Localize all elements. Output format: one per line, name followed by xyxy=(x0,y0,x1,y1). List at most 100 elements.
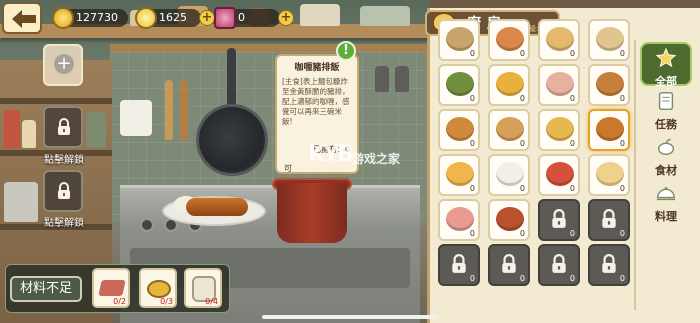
ticket-counter: 0 xyxy=(214,7,280,29)
add-ticket-button[interactable]: + xyxy=(278,10,294,26)
recipe-count: 0 xyxy=(519,229,525,238)
lock-icon xyxy=(452,254,466,273)
recipe-cell[interactable]: 0 xyxy=(488,64,530,106)
pan-handle xyxy=(227,48,236,108)
recipe-cell[interactable]: 0 xyxy=(588,19,630,61)
dish-icon xyxy=(546,27,574,51)
recipe-cell[interactable]: 0 xyxy=(538,64,580,106)
material-count: 0/4 xyxy=(205,297,218,306)
back-button[interactable] xyxy=(2,2,42,34)
recipe-cell[interactable]: 0 xyxy=(588,109,630,151)
back-arrow-icon xyxy=(12,10,36,28)
stock-pot xyxy=(4,182,38,222)
unlock-label[interactable]: 點擊解鎖 xyxy=(44,214,84,229)
paper-towel xyxy=(120,100,152,136)
recipe-cell[interactable]: 0 xyxy=(538,154,580,196)
recipe-cell[interactable]: 0 xyxy=(488,199,530,241)
hanging-mug xyxy=(395,66,409,92)
info-alert-icon[interactable]: ! xyxy=(336,41,356,61)
material-slot-brick[interactable]: 0/2 xyxy=(92,268,130,308)
recipe-cell[interactable]: 0 xyxy=(538,19,580,61)
bread-icon xyxy=(446,162,474,186)
lock-icon xyxy=(58,118,70,135)
onigiri-icon xyxy=(496,162,524,186)
ticket-icon xyxy=(214,7,236,29)
tab-task[interactable]: 任務 xyxy=(640,90,692,132)
add-gem-button[interactable]: + xyxy=(199,10,215,26)
recipe-cell[interactable]: 0 xyxy=(438,199,480,241)
bottle xyxy=(86,112,106,148)
locked-slot[interactable] xyxy=(43,106,83,148)
lock-icon xyxy=(552,254,566,273)
material-count: 0/2 xyxy=(113,297,126,306)
tab-all[interactable]: 全部 xyxy=(640,42,692,88)
dish-icon xyxy=(496,27,524,51)
steak-plate-icon xyxy=(496,207,524,231)
tab-task-label: 任務 xyxy=(655,118,677,131)
recipe-count: 0 xyxy=(519,49,525,58)
recipe-cell-locked[interactable]: 0 xyxy=(588,244,630,286)
recipe-cell[interactable]: 0 xyxy=(438,109,480,151)
recipe-count: 0 xyxy=(619,139,625,148)
recipe-count: 0 xyxy=(519,274,525,283)
recipe-cell-locked[interactable]: 0 xyxy=(488,244,530,286)
recipe-cell-locked[interactable]: 0 xyxy=(538,244,580,286)
cooking-pot[interactable] xyxy=(277,183,347,243)
recipe-description: [主食]表上麵包糠炸至金黃酥脆的豬排，配上濃郁的咖喱，感覺可以再來三碗米飯! xyxy=(282,77,350,126)
recipe-count: 0 xyxy=(469,229,475,238)
material-slot-curry[interactable]: 0/3 xyxy=(139,268,177,308)
recipe-cell[interactable]: 0 xyxy=(488,109,530,151)
recipe-cell-locked[interactable]: 0 xyxy=(588,199,630,241)
coin-amount: 127730 xyxy=(76,11,118,24)
gold-nugget-icon xyxy=(135,7,157,29)
tab-cuisine[interactable]: 料理 xyxy=(640,182,692,224)
ticket-amount: 0 xyxy=(238,11,245,24)
recipe-cell[interactable]: 0 xyxy=(588,154,630,196)
lock-icon xyxy=(552,209,566,228)
recipe-count: 0 xyxy=(469,274,475,283)
gem-counter: 1625 xyxy=(135,7,201,29)
ingredient-icon xyxy=(657,138,675,156)
unlock-label[interactable]: 點擊解鎖 xyxy=(44,151,84,166)
hanging-utensil xyxy=(180,80,188,140)
recipe-count: 0 xyxy=(519,184,525,193)
recipe-cell-locked[interactable]: 0 xyxy=(438,244,480,286)
recipe-cell[interactable]: 0 xyxy=(488,154,530,196)
recipe-cell-locked[interactable]: 0 xyxy=(538,199,580,241)
cabinet-shelf xyxy=(0,98,112,104)
curry-ingredient-icon xyxy=(147,280,171,298)
recipe-count: 0 xyxy=(619,49,625,58)
recipe-cell[interactable]: 0 xyxy=(588,64,630,106)
ham-icon xyxy=(446,207,474,231)
recipe-count: 0 xyxy=(569,49,575,58)
recipe-count: 0 xyxy=(619,184,625,193)
recipe-count: 0 xyxy=(469,139,475,148)
lock-icon xyxy=(602,254,616,273)
locked-slot[interactable] xyxy=(43,170,83,212)
stove-knob xyxy=(140,218,154,232)
baguette-icon xyxy=(596,72,624,96)
jar xyxy=(300,4,340,26)
tab-cuisine-label: 料理 xyxy=(655,210,677,223)
frying-pan[interactable] xyxy=(196,104,268,176)
watermark-logo: KYB xyxy=(308,142,354,167)
recipe-cell[interactable]: 0 xyxy=(538,109,580,151)
fried-plate-icon xyxy=(446,117,474,141)
middle-shelf xyxy=(110,44,430,52)
material-slot-rice[interactable]: 0/4 xyxy=(184,268,222,308)
home-indicator[interactable] xyxy=(262,315,437,319)
add-cooking-slot-button[interactable]: + xyxy=(43,44,83,86)
hanging-utensil xyxy=(165,80,173,140)
recipe-cell[interactable]: 0 xyxy=(438,154,480,196)
tab-ingredient[interactable]: 食材 xyxy=(640,136,692,178)
omelette-rice-icon xyxy=(496,72,524,96)
lock-icon xyxy=(602,209,616,228)
recipe-cell[interactable]: 0 xyxy=(438,19,480,61)
recipe-count: 0 xyxy=(569,139,575,148)
scrollbar[interactable] xyxy=(634,40,636,310)
sushi-roll-icon xyxy=(446,72,474,96)
bottle xyxy=(4,110,20,148)
watermark-text: 游戏之家 xyxy=(352,152,401,166)
recipe-cell[interactable]: 0 xyxy=(488,19,530,61)
recipe-cell[interactable]: 0 xyxy=(438,64,480,106)
